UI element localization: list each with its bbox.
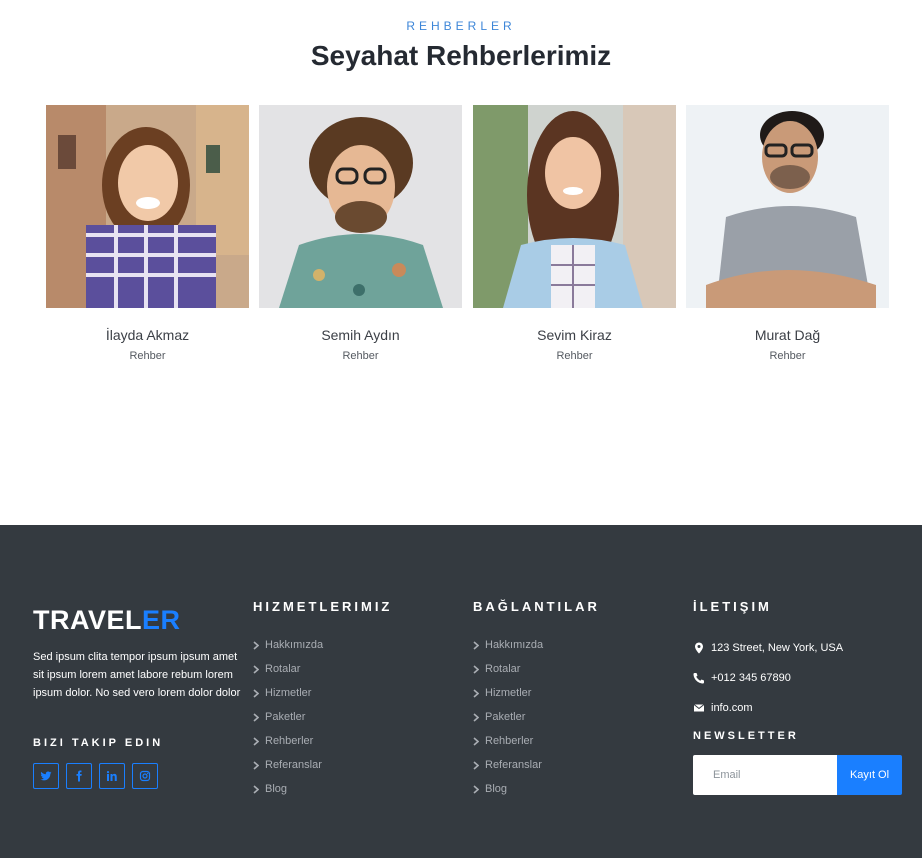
footer-link[interactable]: Blog: [473, 777, 543, 801]
twitter-icon: [40, 771, 52, 781]
map-marker-icon: [695, 642, 703, 654]
guide-role: Rehber: [342, 350, 379, 362]
phone-icon: [693, 673, 704, 684]
footer-link[interactable]: Blog: [253, 777, 323, 801]
footer-link-label: Hizmetler: [265, 687, 312, 699]
guides-section: REHBERLER Seyahat Rehberlerimiz İlayda A…: [0, 0, 922, 525]
phone-text: +012 345 67890: [711, 672, 791, 684]
chevron-right-icon: [473, 640, 479, 650]
email-text: info.com: [711, 702, 753, 714]
chevron-right-icon: [253, 664, 259, 674]
chevron-right-icon: [253, 640, 259, 650]
guide-card[interactable]: Murat Dağ Rehber: [686, 105, 889, 362]
guide-photo-image: [259, 105, 462, 308]
footer-link-label: Referanslar: [265, 759, 322, 771]
guide-role: Rehber: [769, 350, 806, 362]
about-text: Sed ipsum clita tempor ipsum ipsum amet …: [33, 651, 241, 699]
brand-main: TRAVEL: [33, 605, 142, 635]
chevron-right-icon: [473, 736, 479, 746]
footer-link-label: Rehberler: [485, 735, 534, 747]
chevron-right-icon: [473, 712, 479, 722]
envelope-icon: [693, 704, 705, 712]
footer-link[interactable]: Hakkımızda: [253, 633, 323, 657]
footer-link[interactable]: Rehberler: [473, 729, 543, 753]
contact-title: İLETIŞIM: [693, 599, 772, 614]
guide-name: İlayda Akmaz: [105, 327, 190, 343]
footer-link[interactable]: Referanslar: [473, 753, 543, 777]
footer-link-label: Referanslar: [485, 759, 542, 771]
follow-title: BIZI TAKIP EDIN: [33, 737, 164, 749]
footer-link-label: Rotalar: [485, 663, 521, 675]
footer-link-label: Hakkımızda: [265, 639, 324, 651]
brand-logo[interactable]: TRAVELER: [33, 605, 181, 636]
services-links: Hakkımızda Rotalar Hizmetler Paketler Re…: [253, 633, 323, 801]
footer-link-label: Rotalar: [265, 663, 301, 675]
brand-accent: ER: [142, 605, 181, 635]
instagram-icon: [139, 770, 151, 782]
social-links: [33, 763, 158, 789]
contact-email[interactable]: info.com: [693, 693, 843, 723]
footer-link-label: Hakkımızda: [485, 639, 544, 651]
chevron-right-icon: [473, 688, 479, 698]
address-text: 123 Street, New York, USA: [711, 642, 844, 654]
guide-card[interactable]: Sevim Kiraz Rehber: [473, 105, 676, 362]
links-title: BAĞLANTILAR: [473, 599, 600, 614]
footer-link[interactable]: Hakkımızda: [473, 633, 543, 657]
guide-card[interactable]: Semih Aydın Rehber: [259, 105, 462, 362]
footer-link[interactable]: Rotalar: [473, 657, 543, 681]
quick-links: Hakkımızda Rotalar Hizmetler Paketler Re…: [473, 633, 543, 801]
guide-photo[interactable]: [473, 105, 676, 308]
footer-link[interactable]: Rehberler: [253, 729, 323, 753]
contact-address: 123 Street, New York, USA: [693, 633, 843, 663]
footer-link-label: Paketler: [265, 711, 306, 723]
guide-photo-image: [473, 105, 676, 308]
guide-role: Rehber: [129, 350, 166, 362]
footer-link[interactable]: Hizmetler: [473, 681, 543, 705]
contact-phone[interactable]: +012 345 67890: [693, 663, 843, 693]
footer-link-label: Rehberler: [265, 735, 314, 747]
guide-photo[interactable]: [686, 105, 889, 308]
section-kicker: REHBERLER: [406, 19, 516, 33]
footer-link-label: Blog: [485, 783, 508, 795]
guide-name: Murat Dağ: [754, 327, 821, 343]
guide-photo-image: [686, 105, 889, 308]
footer-link-label: Blog: [265, 783, 288, 795]
services-title: HIZMETLERIMIZ: [253, 599, 393, 614]
chevron-right-icon: [473, 760, 479, 770]
newsletter-form: Kayıt Ol: [693, 755, 902, 795]
chevron-right-icon: [253, 760, 259, 770]
chevron-right-icon: [473, 664, 479, 674]
guide-photo[interactable]: [46, 105, 249, 308]
guide-card[interactable]: İlayda Akmaz Rehber: [46, 105, 249, 362]
instagram-button[interactable]: [132, 763, 158, 789]
newsletter-title: NEWSLETTER: [693, 730, 799, 742]
facebook-icon: [76, 770, 82, 782]
section-title: Seyahat Rehberlerimiz: [310, 40, 612, 71]
chevron-right-icon: [473, 784, 479, 794]
footer-link[interactable]: Paketler: [253, 705, 323, 729]
chevron-right-icon: [253, 688, 259, 698]
footer-link[interactable]: Paketler: [473, 705, 543, 729]
twitter-button[interactable]: [33, 763, 59, 789]
contact-info: 123 Street, New York, USA +012 345 67890…: [693, 633, 843, 723]
linkedin-icon: [106, 771, 117, 781]
guide-photo-image: [46, 105, 249, 308]
facebook-button[interactable]: [66, 763, 92, 789]
footer-link[interactable]: Hizmetler: [253, 681, 323, 705]
guide-name: Semih Aydın: [321, 327, 400, 343]
footer-link-label: Hizmetler: [485, 687, 532, 699]
newsletter-email-input[interactable]: [693, 755, 837, 795]
newsletter-submit-button[interactable]: Kayıt Ol: [837, 755, 902, 795]
linkedin-button[interactable]: [99, 763, 125, 789]
footer: TRAVELER Sed ipsum clita tempor ipsum ip…: [0, 525, 922, 858]
footer-link-label: Paketler: [485, 711, 526, 723]
chevron-right-icon: [253, 736, 259, 746]
guide-photo[interactable]: [259, 105, 462, 308]
chevron-right-icon: [253, 784, 259, 794]
guide-name: Sevim Kiraz: [537, 327, 612, 343]
footer-link[interactable]: Rotalar: [253, 657, 323, 681]
footer-link[interactable]: Referanslar: [253, 753, 323, 777]
guide-role: Rehber: [556, 350, 593, 362]
chevron-right-icon: [253, 712, 259, 722]
